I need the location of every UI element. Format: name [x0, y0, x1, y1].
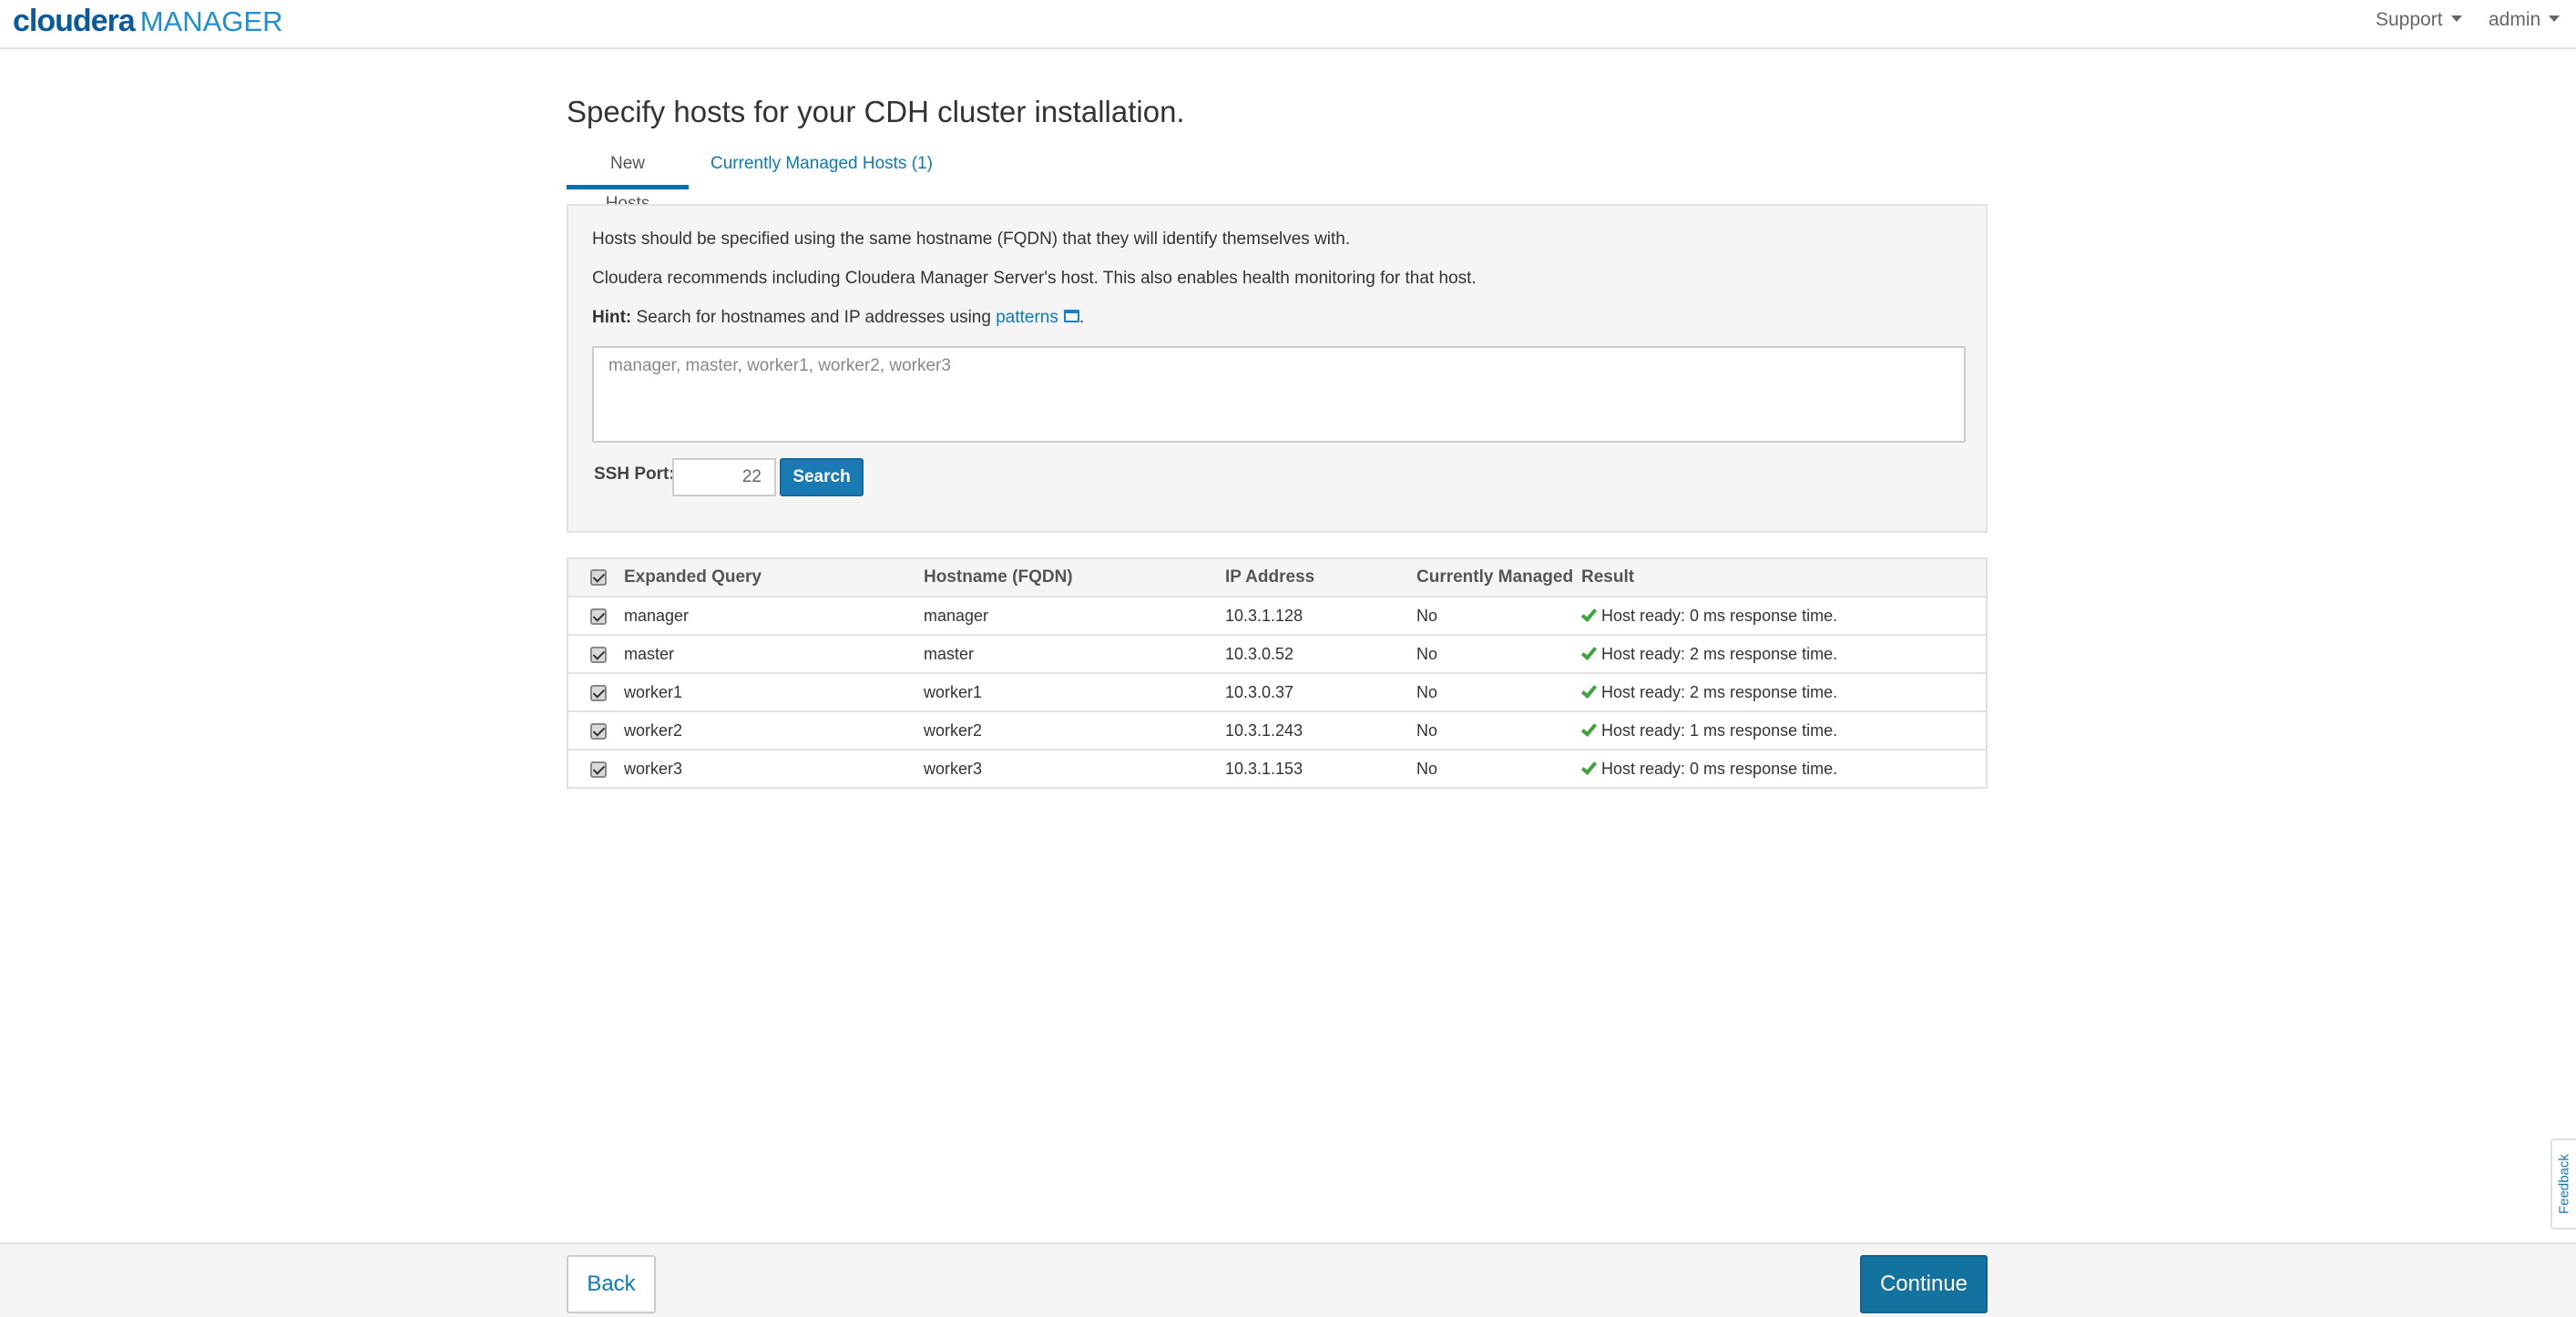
- admin-menu[interactable]: admin: [2489, 9, 2561, 31]
- admin-menu-label: admin: [2489, 9, 2541, 30]
- result-cell: Host ready: 2 ms response time.: [1580, 634, 1987, 673]
- ip-address-cell: 10.3.1.128: [1225, 596, 1416, 635]
- row-checkbox[interactable]: [590, 684, 607, 701]
- currently-managed-cell: No: [1416, 749, 1581, 788]
- column-header-expanded-query[interactable]: Expanded Query: [624, 558, 924, 597]
- expanded-query-cell: worker1: [624, 672, 924, 711]
- host-search-panel: Hosts should be specified using the same…: [567, 204, 1988, 533]
- ip-address-cell: 10.3.0.37: [1225, 672, 1416, 711]
- ssh-port-label: SSH Port:: [594, 465, 675, 484]
- tab-currently-managed-hosts[interactable]: Currently Managed Hosts (1): [689, 144, 953, 189]
- result-text: Host ready: 0 ms response time.: [1601, 759, 1838, 778]
- select-all-checkbox[interactable]: [590, 568, 607, 586]
- hosts-search-input[interactable]: [592, 346, 1966, 443]
- row-select-cell: [567, 596, 624, 635]
- row-checkbox[interactable]: [590, 646, 607, 663]
- row-select-cell: [567, 749, 624, 788]
- external-window-icon[interactable]: [1063, 309, 1079, 322]
- hint-label: Hint:: [592, 308, 632, 327]
- result-text: Host ready: 2 ms response time.: [1601, 682, 1838, 701]
- column-header-result[interactable]: Result: [1581, 558, 1987, 597]
- logo-secondary-text: MANAGER: [139, 5, 283, 37]
- table-row: worker3 worker3 10.3.1.153 No Host ready…: [567, 749, 1987, 788]
- expanded-query-cell: worker3: [624, 749, 924, 788]
- hint-body: Search for hostnames and IP addresses us…: [631, 308, 997, 327]
- expanded-query-cell: master: [624, 634, 924, 673]
- top-navbar: cloudera MANAGER Support admin: [0, 0, 2576, 49]
- currently-managed-cell: No: [1416, 710, 1581, 750]
- search-button[interactable]: Search: [780, 458, 864, 496]
- row-select-cell: [567, 672, 624, 711]
- hostname-cell: worker2: [924, 710, 1225, 750]
- column-header-ip-address[interactable]: IP Address: [1225, 558, 1416, 597]
- result-text: Host ready: 0 ms response time.: [1601, 606, 1838, 625]
- ip-address-cell: 10.3.1.243: [1225, 710, 1416, 750]
- support-menu[interactable]: Support: [2376, 9, 2462, 31]
- row-checkbox[interactable]: [590, 722, 607, 740]
- currently-managed-cell: No: [1416, 634, 1581, 673]
- column-header-hostname[interactable]: Hostname (FQDN): [924, 558, 1225, 597]
- hint-period: .: [1078, 308, 1085, 327]
- feedback-tab[interactable]: Feedback: [2550, 1138, 2576, 1230]
- hint-text: Hint: Search for hostnames and IP addres…: [592, 308, 1084, 328]
- result-text: Host ready: 2 ms response time.: [1601, 644, 1838, 663]
- expanded-query-cell: worker2: [624, 710, 924, 750]
- row-select-cell: [567, 634, 624, 673]
- result-cell: Host ready: 1 ms response time.: [1580, 710, 1987, 750]
- ip-address-cell: 10.3.1.153: [1225, 749, 1416, 788]
- feedback-label: Feedback: [2556, 1154, 2572, 1214]
- instruction-fqdn: Hosts should be specified using the same…: [592, 230, 1351, 249]
- checkmark-icon: [1580, 720, 1598, 737]
- result-text: Host ready: 1 ms response time.: [1601, 720, 1838, 740]
- table-header-row: Expanded Query Hostname (FQDN) IP Addres…: [567, 558, 1987, 597]
- result-cell: Host ready: 2 ms response time.: [1580, 672, 1987, 711]
- checkmark-icon: [1580, 643, 1598, 660]
- hostname-cell: master: [924, 634, 1225, 673]
- row-checkbox[interactable]: [590, 607, 607, 625]
- host-tabs: New Hosts Currently Managed Hosts (1): [567, 144, 1988, 213]
- host-results-table: Expanded Query Hostname (FQDN) IP Addres…: [567, 557, 1988, 789]
- checkmark-icon: [1580, 605, 1598, 622]
- page-title: Specify hosts for your CDH cluster insta…: [567, 95, 1185, 128]
- hostname-cell: worker3: [924, 749, 1225, 788]
- table-row: worker2 worker2 10.3.1.243 No Host ready…: [567, 710, 1987, 750]
- result-cell: Host ready: 0 ms response time.: [1580, 596, 1987, 635]
- instruction-recommendation: Cloudera recommends including Cloudera M…: [592, 269, 1477, 288]
- row-select-cell: [567, 710, 624, 750]
- result-cell: Host ready: 0 ms response time.: [1580, 749, 1987, 788]
- patterns-link[interactable]: patterns: [996, 308, 1058, 327]
- hostname-cell: worker1: [924, 672, 1225, 711]
- row-checkbox[interactable]: [590, 761, 607, 778]
- expanded-query-cell: manager: [624, 596, 924, 635]
- ip-address-cell: 10.3.0.52: [1225, 634, 1416, 673]
- caret-down-icon: [2549, 15, 2561, 22]
- table-row: worker1 worker1 10.3.0.37 No Host ready:…: [567, 672, 1987, 711]
- continue-button[interactable]: Continue: [1860, 1255, 1988, 1313]
- select-all-cell: [567, 558, 624, 597]
- cloudera-manager-logo[interactable]: cloudera MANAGER: [13, 4, 282, 40]
- column-header-currently-managed[interactable]: Currently Managed: [1416, 558, 1581, 597]
- currently-managed-cell: No: [1416, 596, 1581, 635]
- table-row: master master 10.3.0.52 No Host ready: 2…: [567, 634, 1987, 673]
- logo-primary-text: cloudera: [13, 4, 136, 38]
- hostname-cell: manager: [924, 596, 1225, 635]
- back-button[interactable]: Back: [567, 1255, 656, 1313]
- support-menu-label: Support: [2376, 9, 2443, 30]
- tab-new-hosts[interactable]: New Hosts: [567, 144, 689, 213]
- checkmark-icon: [1580, 681, 1598, 699]
- checkmark-icon: [1580, 758, 1598, 775]
- caret-down-icon: [2450, 15, 2462, 22]
- ssh-port-input[interactable]: [672, 458, 776, 496]
- currently-managed-cell: No: [1416, 672, 1581, 711]
- wizard-footer: Back Continue: [0, 1242, 2576, 1317]
- table-row: manager manager 10.3.1.128 No Host ready…: [567, 596, 1987, 635]
